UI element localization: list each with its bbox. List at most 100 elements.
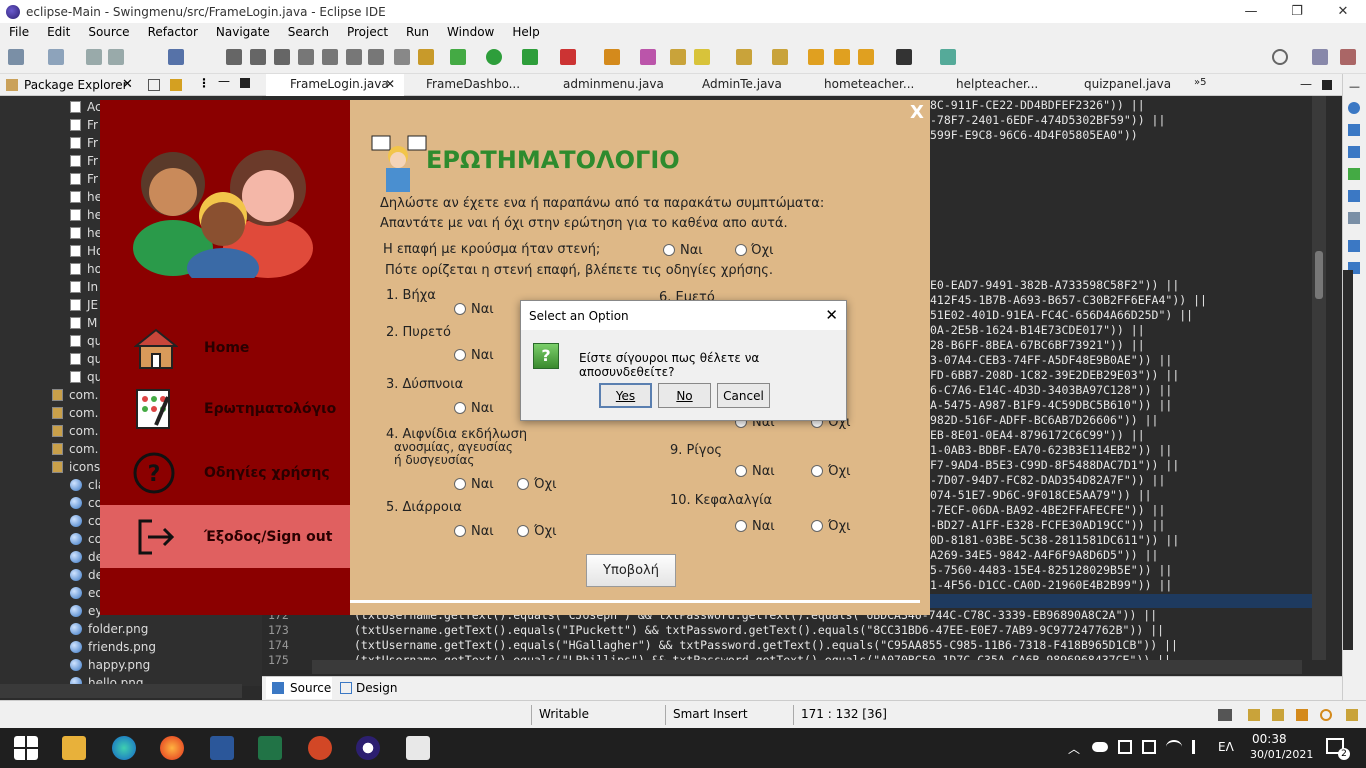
maximize-button[interactable]: ❐ [1274,0,1320,23]
dialog-close-icon[interactable]: ✕ [825,306,838,324]
terminate-icon[interactable] [274,49,290,65]
no-button[interactable]: No [658,383,711,408]
status-lightbulb-icon[interactable] [1346,709,1358,721]
editor-horizontal-scrollbar[interactable] [312,660,1302,674]
onedrive-icon[interactable] [1092,742,1108,752]
tree-item[interactable]: de [40,548,103,566]
tree-item[interactable]: he [40,188,102,206]
external-tools-icon[interactable] [560,49,576,65]
new-icon[interactable] [8,49,24,65]
submit-button[interactable]: Υποβολή [586,554,676,587]
javadoc-icon[interactable] [1348,212,1360,224]
declaration-icon[interactable] [1348,190,1360,202]
tree-item[interactable]: Fr [40,134,98,152]
q4-no-radio[interactable] [517,478,529,490]
q4-yes-radio[interactable] [454,478,466,490]
tree-item[interactable]: friends.png [40,638,156,656]
status-help-icon[interactable] [1320,709,1332,721]
tree-item[interactable]: happy.png [40,656,150,674]
resume-icon[interactable] [226,49,242,65]
new-package-icon[interactable] [48,49,64,65]
device-icon[interactable] [1118,740,1132,754]
new-class-icon[interactable] [604,49,620,65]
editor-minimize-icon[interactable]: — [1300,77,1312,91]
mark-icon[interactable] [418,49,434,65]
powerpoint-icon[interactable] [308,736,332,760]
tab-adminmenu[interactable]: adminmenu.java [563,77,664,91]
word-icon[interactable] [210,736,234,760]
menu-home[interactable]: Home [100,316,350,379]
cancel-button[interactable]: Cancel [717,383,770,408]
wifi-icon[interactable] [1166,740,1182,754]
next-annotation-icon[interactable] [736,49,752,65]
tree-item[interactable]: qu [40,332,102,350]
open-type-icon[interactable] [670,49,686,65]
eclipse-taskbar-icon[interactable] [356,736,380,760]
tree-item[interactable]: In [40,278,98,296]
scrollbar-thumb[interactable] [1315,251,1323,299]
status-book-icon[interactable] [1248,709,1260,721]
forward-edit-icon[interactable] [834,49,850,65]
palette-icon[interactable] [1348,240,1360,252]
tree-item[interactable]: ey [40,602,102,620]
tree-item[interactable]: co [40,494,102,512]
task-list-icon[interactable] [1348,124,1360,136]
tree-item[interactable]: Fr [40,152,98,170]
clock-date[interactable]: 30/01/2021 [1250,748,1313,761]
contact-yes-radio[interactable] [663,244,675,256]
link-editor-icon[interactable] [170,79,182,91]
debug-icon[interactable] [450,49,466,65]
q10-no-radio[interactable] [811,520,823,532]
tab-adminte[interactable]: AdminTe.java [702,77,782,91]
editor-vertical-scrollbar[interactable] [1312,96,1326,660]
firefox-icon[interactable] [160,736,184,760]
pin-editor-icon[interactable] [940,49,956,65]
problems-icon[interactable] [1348,146,1360,158]
yes-button[interactable]: Yes [599,383,652,408]
tree-item[interactable]: qu [40,368,102,386]
contact-no-radio[interactable] [735,244,747,256]
tree-item[interactable]: com. [40,422,98,440]
tab-close-icon[interactable]: ✕ [385,77,395,91]
close-view-icon[interactable]: ✕ [122,77,133,92]
tree-item[interactable]: folder.png [40,620,148,638]
tree-item[interactable]: M [40,314,97,332]
file-explorer-icon[interactable] [62,736,86,760]
menu-exit[interactable]: Έξοδος/Sign out [100,505,350,568]
menu-navigate[interactable]: Navigate [207,25,279,39]
save-icon[interactable] [86,49,102,65]
status-hat-icon[interactable] [1272,709,1284,721]
step-into-icon[interactable] [298,49,314,65]
tree-item[interactable]: Fr [40,170,98,188]
run-icon[interactable] [486,49,502,65]
step-return-icon[interactable] [346,49,362,65]
format-icon[interactable] [394,49,410,65]
design-tab[interactable]: Design [356,681,397,695]
new-java-icon[interactable] [640,49,656,65]
menu-search[interactable]: Search [279,25,338,39]
editor-maximize-icon[interactable] [1322,80,1332,90]
tree-item[interactable]: co [40,530,102,548]
tree-item[interactable]: ed [40,584,103,602]
menu-help[interactable]: Help [503,25,548,39]
tabs-overflow[interactable]: »5 [1194,77,1206,88]
minimize-trim-icon[interactable]: — [1349,80,1360,93]
menu-help[interactable]: ? Οδηγίες χρήσης [100,441,350,504]
search-icon[interactable] [1272,49,1288,65]
minimize-button[interactable]: — [1228,0,1274,23]
edge-icon[interactable] [112,736,136,760]
tab-helpteacher[interactable]: helpteacher... [956,77,1038,91]
app-close-button[interactable]: X [910,102,924,123]
tree-item[interactable]: de [40,566,103,584]
tab-framelogin[interactable]: FrameLogin.java [290,77,389,91]
tree-item[interactable]: he [40,224,102,242]
tree-item[interactable]: com. [40,386,98,404]
excel-icon[interactable] [258,736,282,760]
package-explorer-title[interactable]: Package Explorer [24,78,128,92]
menu-source[interactable]: Source [79,25,138,39]
coverage-icon[interactable] [522,49,538,65]
pe-horizontal-scrollbar[interactable] [0,684,242,698]
q3-yes-radio[interactable] [454,402,466,414]
menu-file[interactable]: File [0,25,38,39]
tab-quizpanel[interactable]: quizpanel.java [1084,77,1171,91]
